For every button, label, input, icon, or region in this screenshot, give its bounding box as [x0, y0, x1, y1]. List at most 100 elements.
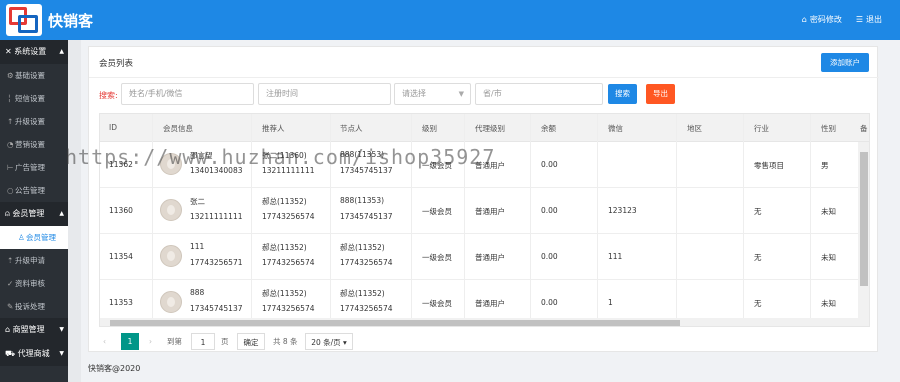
- col-region: 地区: [687, 124, 702, 133]
- chevron-up-icon: ▲: [59, 48, 64, 55]
- caret-down-icon: ▾: [343, 338, 347, 347]
- person-icon: ♙: [18, 233, 25, 242]
- province-city-input[interactable]: 省/市: [475, 83, 603, 105]
- notice-icon: ○: [7, 186, 14, 195]
- sidebar-group-alliance[interactable]: ⌂ 商盟管理 ▼: [0, 318, 68, 342]
- sidebar-group-system[interactable]: ✕ 系统设置 ▲: [0, 40, 68, 64]
- scrollbar-thumb[interactable]: [110, 320, 680, 326]
- sidebar-item-label: 投诉处理: [15, 302, 45, 311]
- name-phone-wechat-input[interactable]: 姓名/手机/微信: [121, 83, 254, 105]
- avatar: [160, 199, 182, 221]
- table-horizontal-scrollbar[interactable]: [100, 318, 858, 326]
- cell-balance: 0.00: [541, 252, 558, 261]
- col-wechat: 微信: [608, 124, 623, 133]
- logout-link[interactable]: ☰ 退出: [856, 14, 882, 25]
- cell-phone: 17345745137: [190, 304, 243, 313]
- table-vertical-scrollbar[interactable]: [858, 142, 869, 326]
- page-button-current[interactable]: 1: [121, 333, 139, 350]
- cell-name: 111: [190, 242, 205, 251]
- table-row[interactable]: 11354 111 17743256571 郝总(11352) 17743256…: [100, 234, 869, 280]
- sidebar-item-label: 营销设置: [15, 140, 45, 149]
- cell-node: 郝总(11352): [340, 289, 385, 298]
- cell-balance: 0.00: [541, 206, 558, 215]
- add-account-button[interactable]: 添加账户: [821, 53, 869, 72]
- page-title: 会员列表: [99, 59, 134, 69]
- cell-industry: 无: [754, 253, 762, 262]
- sidebar-item-profile-review[interactable]: ✓ 资料审核: [0, 272, 68, 295]
- sidebar-item-upgrade-requests[interactable]: ⇡ 升级申请: [0, 249, 68, 272]
- col-referrer: 推荐人: [262, 124, 285, 133]
- sidebar-group-agent-mall[interactable]: ⛟ 代理商城 ▼: [0, 342, 68, 366]
- sidebar-item-label: 会员管理: [26, 233, 56, 242]
- member-list-panel: 会员列表 添加账户 搜索: 姓名/手机/微信 注册时间 请选择 ▼ 省/市 搜索 …: [88, 46, 879, 352]
- per-page-select[interactable]: 20 条/页 ▾: [305, 333, 353, 350]
- col-level: 级别: [422, 124, 437, 133]
- sidebar-item-member-management[interactable]: ♙会员管理: [0, 226, 68, 249]
- col-id: ID: [109, 123, 117, 132]
- avatar: [160, 291, 182, 313]
- sidebar-item-label: 升级申请: [15, 256, 45, 265]
- sidebar-item-marketing-settings[interactable]: ◔营销设置: [0, 133, 68, 156]
- upload-icon: ↑: [7, 117, 14, 126]
- cell-referrer-phone: 17743256574: [262, 258, 315, 267]
- cell-referrer-phone: 17743256574: [262, 304, 315, 313]
- chevron-down-icon: ▼: [59, 350, 64, 357]
- export-button[interactable]: 导出: [646, 84, 675, 104]
- cell-referrer: 郝总(11352): [262, 243, 307, 252]
- sidebar-group-members[interactable]: ⍝ 会员管理 ▲: [0, 202, 68, 226]
- cell-industry: 无: [754, 207, 762, 216]
- caret-down-icon: ▼: [458, 90, 464, 98]
- cell-wechat: 111: [608, 252, 623, 261]
- cell-balance: 0.00: [541, 298, 558, 307]
- chevron-up-icon: ▲: [59, 210, 64, 217]
- scrollbar-thumb[interactable]: [860, 152, 868, 286]
- goto-confirm-button[interactable]: 确定: [237, 333, 265, 350]
- sidebar-item-ad-management[interactable]: ⊢广告管理: [0, 156, 68, 179]
- cell-node-phone: 17743256574: [340, 258, 393, 267]
- cell-balance: 0.00: [541, 160, 558, 169]
- sidebar-item-upgrade-settings[interactable]: ↑ 升级设置: [0, 110, 68, 133]
- cell-name: 张二: [190, 197, 205, 206]
- goto-page-input[interactable]: 1: [191, 333, 215, 350]
- sidebar-item-complaints[interactable]: ✎ 投诉处理: [0, 295, 68, 318]
- sidebar-item-label: 广告管理: [15, 163, 45, 172]
- ad-icon: ⊢: [7, 163, 14, 172]
- level-select[interactable]: 请选择 ▼: [394, 83, 471, 105]
- prev-page-icon[interactable]: ‹: [103, 333, 106, 350]
- title-divider: [89, 77, 879, 78]
- next-page-icon[interactable]: ›: [149, 333, 152, 350]
- cell-referrer: 郝总(11352): [262, 289, 307, 298]
- table-header: ID 会员信息 推荐人 节点人 级别 代理级别 余额 微信 地区 行业 性别 备: [100, 114, 869, 142]
- register-time-input[interactable]: 注册时间: [258, 83, 391, 105]
- app-title: 快销客: [48, 12, 94, 30]
- cell-id: 11360: [109, 206, 133, 215]
- cell-id: 11353: [109, 298, 133, 307]
- change-password-label: 密码修改: [809, 15, 842, 24]
- cell-wechat: 1: [608, 298, 613, 307]
- col-remark: 备: [860, 124, 868, 133]
- cell-agent-level: 普通用户: [475, 299, 505, 308]
- col-member-info: 会员信息: [163, 124, 193, 133]
- sidebar-group-label: 系统设置: [14, 47, 47, 56]
- col-balance: 余额: [541, 124, 556, 133]
- sidebar-item-basic-settings[interactable]: ⚙基础设置: [0, 64, 68, 87]
- cell-referrer-phone: 17743256574: [262, 212, 315, 221]
- cell-name: 888: [190, 288, 205, 297]
- cell-phone: 17743256571: [190, 258, 243, 267]
- watermark: https://www.huzhan.com/ishop35927: [65, 145, 496, 169]
- sidebar-item-sms-settings[interactable]: ╎ 短信设置: [0, 87, 68, 110]
- search-label: 搜索:: [99, 91, 118, 100]
- upgrade-icon: ⇡: [7, 256, 14, 265]
- sidebar-item-notice-management[interactable]: ○公告管理: [0, 179, 68, 202]
- menu-icon: ☰: [855, 15, 863, 24]
- cell-industry: 零售项目: [754, 161, 784, 170]
- sidebar-item-label: 基础设置: [15, 71, 45, 80]
- complaint-icon: ✎: [7, 302, 14, 311]
- change-password-link[interactable]: ⌂ 密码修改: [802, 14, 842, 25]
- search-button[interactable]: 搜索: [608, 84, 637, 104]
- goto-label: 到第: [167, 337, 182, 346]
- cell-level: 一级会员: [422, 253, 452, 262]
- sidebar-item-label: 短信设置: [15, 94, 45, 103]
- table-row[interactable]: 11360 张二 13211111111 郝总(11352) 177432565…: [100, 188, 869, 234]
- col-node: 节点人: [340, 124, 363, 133]
